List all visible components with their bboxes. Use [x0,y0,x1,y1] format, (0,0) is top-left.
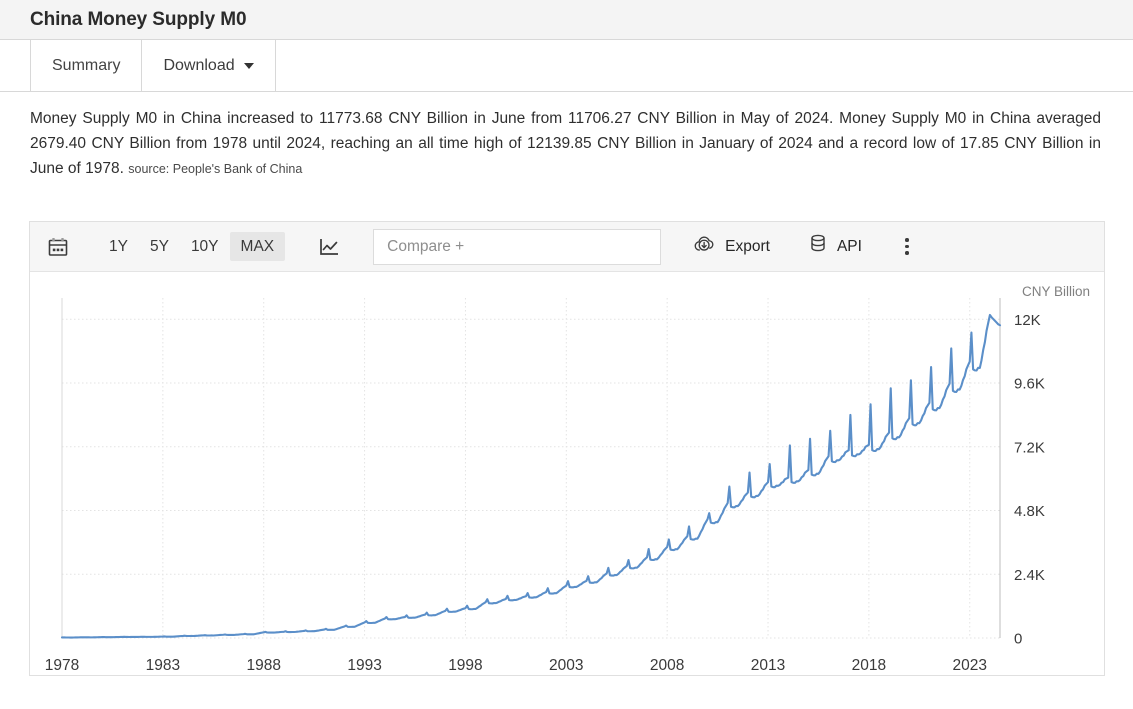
range-button-max[interactable]: MAX [229,231,286,262]
tab-bar-left-spacer [0,40,31,91]
range-selector: 1Y 5Y 10Y MAX [98,231,286,262]
kebab-dot-3 [905,251,909,255]
svg-text:2.4K: 2.4K [1014,567,1045,584]
kebab-menu-icon[interactable] [894,238,920,255]
chart-plot-area: CNY Billion 0 2.4K 4.8K 7.2K 9.6K 12K 1978 1983… [30,272,1104,676]
line-chart-icon[interactable] [311,230,347,264]
database-icon [808,233,828,260]
svg-text:2003: 2003 [549,657,583,674]
svg-text:1978: 1978 [45,657,79,674]
tab-bar: Summary Download [0,40,1133,92]
api-button[interactable]: API [802,229,868,264]
svg-text:2008: 2008 [650,657,684,674]
svg-text:9.6K: 9.6K [1014,376,1045,393]
description-paragraph: Money Supply M0 in China increased to 11… [30,106,1101,181]
svg-text:1998: 1998 [448,657,482,674]
svg-text:4.8K: 4.8K [1014,503,1045,520]
compare-input[interactable] [373,228,662,265]
page-header: China Money Supply M0 [0,0,1133,40]
svg-text:2023: 2023 [952,657,986,674]
tab-download[interactable]: Download [142,40,276,91]
cloud-download-icon [693,234,716,259]
range-button-1y[interactable]: 1Y [98,232,139,262]
svg-text:1983: 1983 [146,657,180,674]
range-button-5y[interactable]: 5Y [139,232,180,262]
svg-text:1993: 1993 [347,657,381,674]
export-label: Export [725,237,770,255]
page-root: China Money Supply M0 Summary Download M… [0,0,1133,709]
range-button-10y[interactable]: 10Y [180,232,230,262]
tab-download-label: Download [163,56,235,74]
kebab-dot-2 [905,244,909,249]
tab-summary-label: Summary [52,56,121,74]
export-button[interactable]: Export [687,230,776,263]
kebab-dot-1 [905,238,909,242]
svg-text:2018: 2018 [852,657,886,674]
chevron-down-icon [243,62,254,69]
chart-svg[interactable]: 0 2.4K 4.8K 7.2K 9.6K 12K 1978 1983 1988 1993 1998… [30,272,1104,676]
calendar-icon[interactable] [40,230,76,264]
svg-text:7.2K: 7.2K [1014,439,1045,456]
tab-summary[interactable]: Summary [31,40,143,91]
svg-text:2013: 2013 [751,657,785,674]
svg-text:12K: 12K [1014,312,1041,329]
description-source: source: People's Bank of China [128,162,303,177]
page-title: China Money Supply M0 [30,8,247,30]
chart-card: 1Y 5Y 10Y MAX Compare + Export API CNY B… [29,221,1105,676]
svg-text:0: 0 [1014,631,1022,648]
api-label: API [836,237,862,255]
chart-toolbar: 1Y 5Y 10Y MAX Compare + Export API [30,222,1104,272]
svg-text:1988: 1988 [246,657,280,674]
